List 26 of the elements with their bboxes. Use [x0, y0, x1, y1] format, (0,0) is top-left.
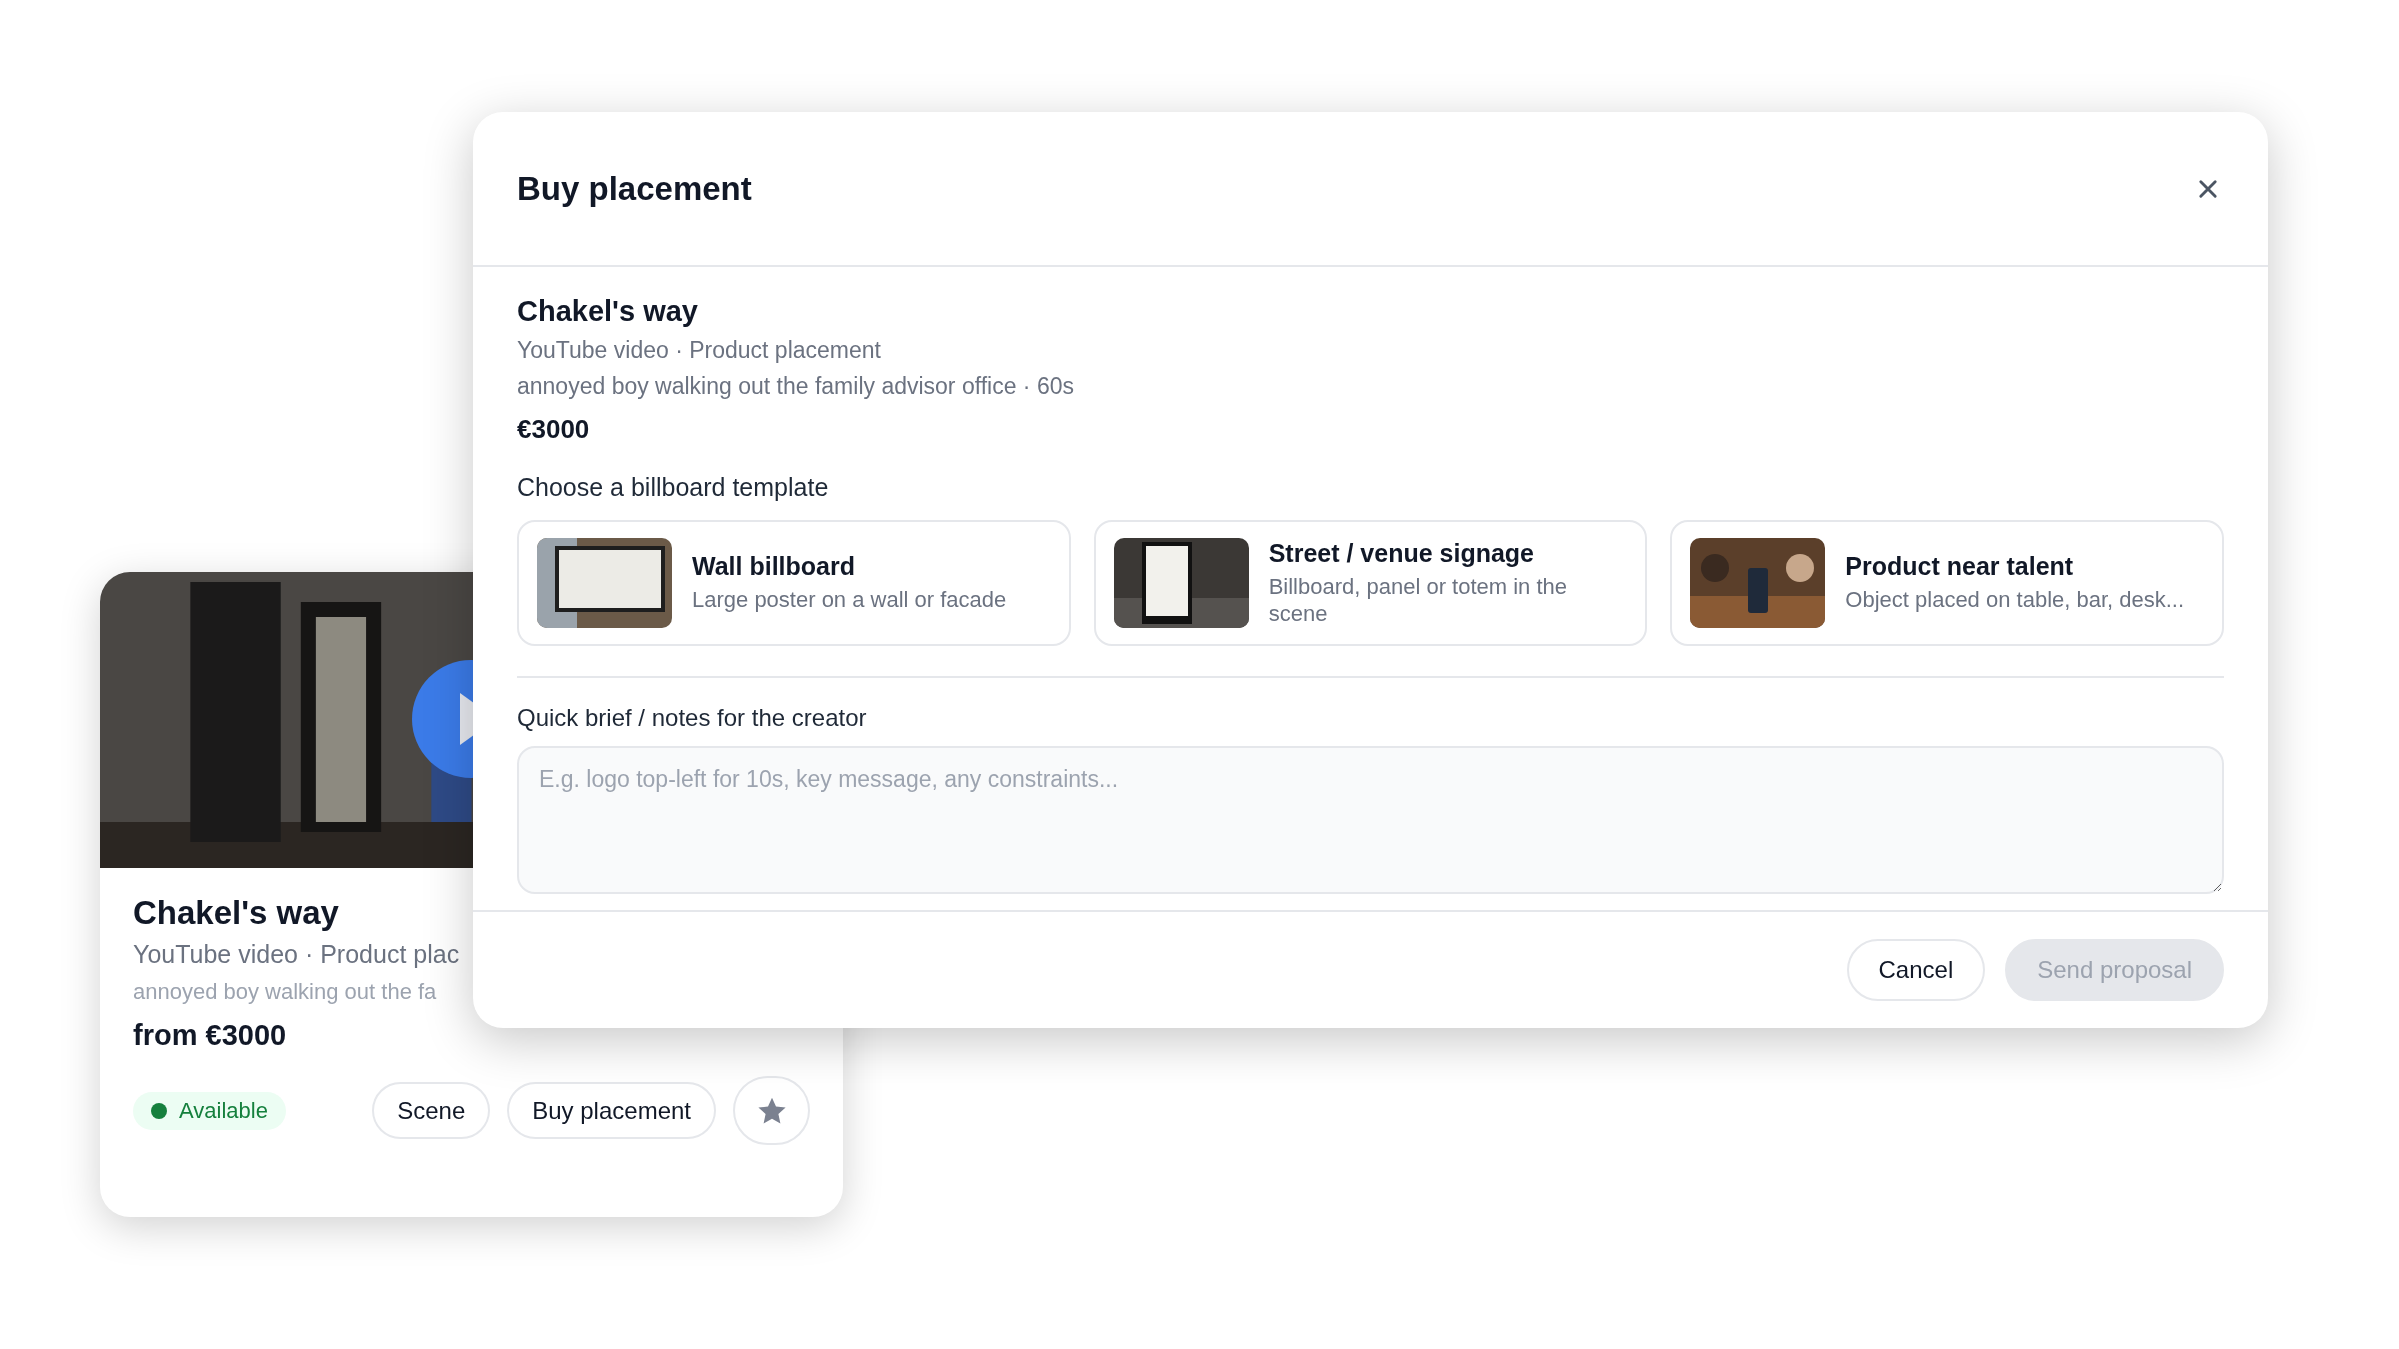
template-option[interactable]: Product near talent Object placed on table, bar, desk... [1670, 520, 2224, 646]
status-label: Available [179, 1097, 268, 1124]
card-button[interactable]: Buy placement [507, 1082, 716, 1139]
template-option[interactable]: Wall billboard Large poster on a wall or facade [517, 520, 1071, 646]
section-heading: Choose a billboard template [517, 473, 830, 502]
template-option[interactable]: Street / venue signage Billboard, panel or totem in the scene [1093, 520, 1648, 646]
template-title: Street / venue signage [1268, 539, 1536, 569]
dialog-title: Buy placement [517, 169, 752, 208]
card-subtitle: YouTube video · Product plac [133, 940, 461, 969]
template-description: Object placed on table, bar, desk... [1845, 587, 2185, 614]
card-description: annoyed boy walking out the fa [133, 979, 438, 1005]
card-price: from €3000 [133, 1019, 288, 1052]
field-label: Quick brief / notes for the creator [517, 704, 868, 732]
item-title: Chakel's way [517, 295, 699, 328]
item-price: €3000 [517, 414, 591, 445]
template-description: Large poster on a wall or facade [692, 587, 1007, 614]
notes-field[interactable]: E.g. logo top-left for 10s, key message, any constraints... [517, 746, 2224, 894]
item-description: annoyed boy walking out the family advisor office · 60s [517, 373, 1075, 400]
status-dot-icon [151, 1102, 167, 1119]
card-button[interactable]: Scene [372, 1082, 491, 1139]
card-title: Chakel's way [133, 894, 340, 932]
template-title: Product near talent [1845, 552, 2075, 582]
template-title: Wall billboard [692, 552, 856, 582]
template-description: Billboard, panel or totem in the scene [1268, 574, 1569, 627]
item-subtitle: YouTube video · Product placement [517, 337, 882, 364]
dialog-button[interactable]: Cancel [1846, 939, 1986, 1001]
